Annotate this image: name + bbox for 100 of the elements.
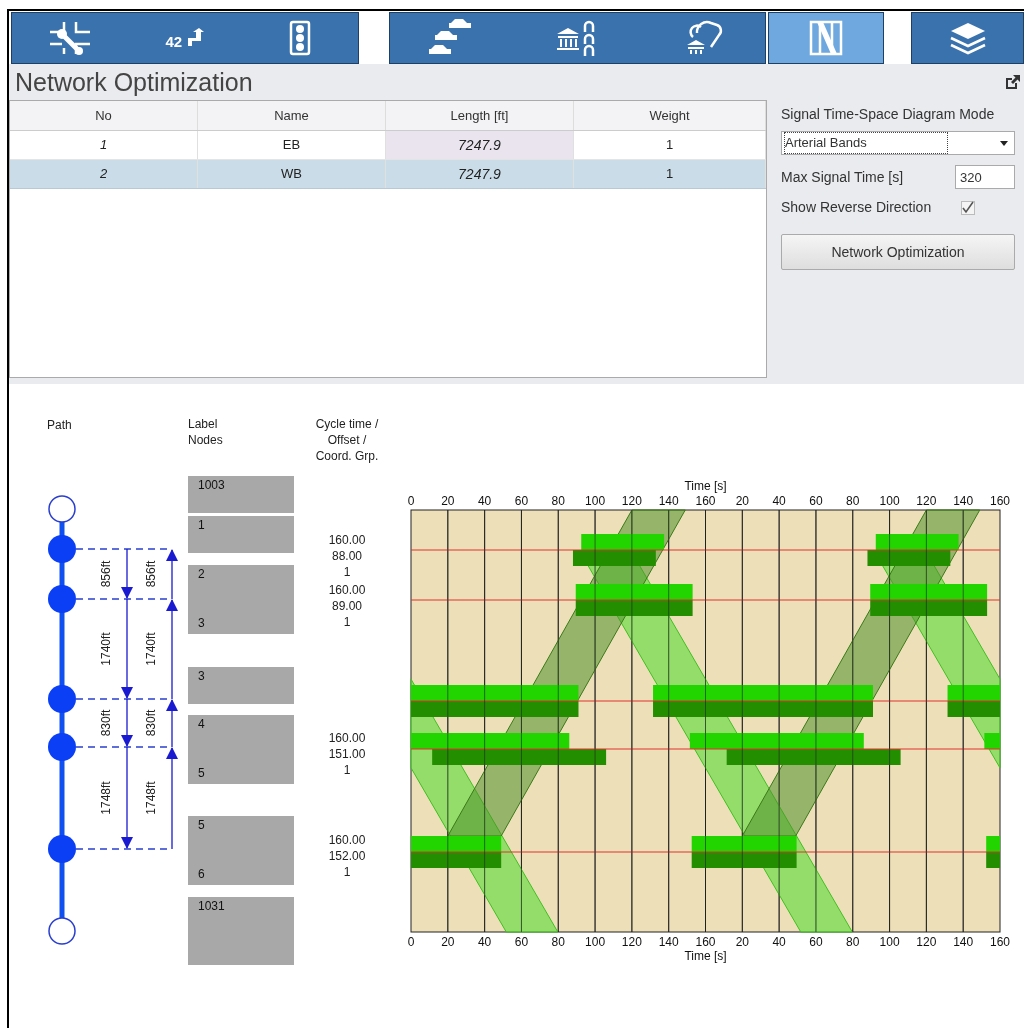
column-header[interactable]: No <box>10 101 198 130</box>
tick-label: 80 <box>551 494 565 508</box>
table-cell: 1 <box>10 131 198 159</box>
tick-label: 20 <box>735 935 749 949</box>
node-label: 1031 <box>198 899 226 914</box>
toolbar-button[interactable] <box>12 13 128 63</box>
max-time-input[interactable]: 320 <box>955 165 1015 189</box>
node-label: 1 <box>198 518 206 533</box>
tick-label: 80 <box>846 935 860 949</box>
tick-label: 60 <box>514 494 529 508</box>
pop-out-icon[interactable] <box>1004 73 1022 91</box>
signal-node[interactable] <box>48 685 76 713</box>
field-label: Signal Time-Space Diagram Mode <box>781 105 996 124</box>
tick-label: 160 <box>990 935 1010 949</box>
traffic-light-icon <box>289 20 312 56</box>
signal-node[interactable] <box>48 733 76 761</box>
optimize-button[interactable]: Network Optimization <box>781 234 1015 270</box>
tick-label: 140 <box>658 494 679 508</box>
tick-label: 120 <box>621 935 642 949</box>
tick-label: 100 <box>585 494 606 508</box>
distance-label: 1740ft <box>99 632 113 666</box>
signal-node[interactable] <box>48 585 76 613</box>
timing-text: 160.00 152.00 1 <box>327 832 367 880</box>
node-label: 3 <box>198 616 206 631</box>
timing-text: 160.00 151.00 1 <box>327 730 367 778</box>
time-space-diagram-icon <box>809 20 844 56</box>
column-label: Path <box>47 417 72 434</box>
tick-label: 100 <box>585 935 606 949</box>
mode-dropdown[interactable]: Arterial Bands <box>781 131 1015 155</box>
column-header[interactable]: Length [ft] <box>386 101 574 130</box>
column-label: Label Nodes <box>188 416 223 448</box>
wrench-icon <box>47 20 92 56</box>
signal-node[interactable] <box>48 835 76 863</box>
table-row[interactable]: 1 EB 7247.9 1 <box>10 131 766 160</box>
table-row[interactable]: 2 WB 7247.9 1 <box>10 160 766 189</box>
tick-label: 120 <box>916 494 937 508</box>
node-label: 5 <box>198 818 206 833</box>
node-label: 3 <box>198 669 206 684</box>
tick-label: 100 <box>879 494 900 508</box>
table-cell: 7247.9 <box>386 131 574 159</box>
signal-node[interactable] <box>48 535 76 563</box>
panel-title: Network Optimization <box>15 69 253 95</box>
toolbar-button[interactable] <box>912 13 1023 63</box>
dropdown-caret-icon <box>1000 140 1008 146</box>
distance-label: 1740ft <box>144 632 158 666</box>
tick-label: 40 <box>772 935 786 949</box>
timing-text: 160.00 88.00 1 <box>327 532 367 580</box>
axis-title: Time [s] <box>684 479 727 493</box>
end-node <box>48 917 76 945</box>
tick-label: 120 <box>621 494 642 508</box>
column-label: Cycle time / Offset / Coord. Grp. <box>314 416 380 464</box>
distance-label: 1748ft <box>144 781 158 815</box>
tick-label: 140 <box>953 494 974 508</box>
toolbar-button[interactable]: 42 <box>127 13 243 63</box>
tick-label: 160 <box>990 494 1010 508</box>
node-label: 4 <box>198 717 206 732</box>
tick-label: 120 <box>916 935 937 949</box>
checkbox[interactable] <box>961 200 976 215</box>
axis-title: Time [s] <box>684 949 727 963</box>
tick-label: 80 <box>551 935 565 949</box>
tick-label: 20 <box>735 494 749 508</box>
tick-label: 40 <box>477 935 492 949</box>
node-label: 2 <box>198 567 206 582</box>
table-cell: 1 <box>574 131 766 159</box>
tick-label: 40 <box>477 494 492 508</box>
toolbar-button[interactable] <box>640 13 766 63</box>
distance-label: 830ft <box>99 709 113 737</box>
tick-label: 60 <box>809 494 823 508</box>
column-header[interactable]: Name <box>198 101 386 130</box>
timing-text: 160.00 89.00 1 <box>327 582 367 630</box>
tick-label: 60 <box>809 935 823 949</box>
table-cell: 2 <box>10 160 198 188</box>
field-label: Max Signal Time [s] <box>781 167 904 187</box>
tick-label: 0 <box>407 494 415 508</box>
tick-label: 20 <box>441 494 455 508</box>
table-cell: WB <box>198 160 386 188</box>
table-cell: 7247.9 <box>386 160 574 188</box>
distance-label: 856ft <box>99 560 113 588</box>
toolbar-button[interactable] <box>242 13 358 63</box>
toolbar-button[interactable] <box>389 13 515 63</box>
tick-label: 100 <box>879 935 900 949</box>
table-cell: 1 <box>574 160 766 188</box>
tick-label: 20 <box>441 935 455 949</box>
distance-label: 1748ft <box>99 781 113 815</box>
node-label: 1003 <box>198 478 226 493</box>
tick-label: 140 <box>953 935 974 949</box>
column-header[interactable]: Weight <box>574 101 766 130</box>
node-label: 5 <box>198 766 206 781</box>
tick-label: 60 <box>514 935 529 949</box>
distance-label: 830ft <box>144 709 158 737</box>
checkbox-label: Show Reverse Direction <box>781 198 932 217</box>
tick-label: 160 <box>695 494 716 508</box>
tick-label: 40 <box>772 494 786 508</box>
tick-label: 160 <box>695 935 716 949</box>
tick-label: 140 <box>658 935 679 949</box>
distance-label: 856ft <box>144 560 158 588</box>
tick-label: 80 <box>846 494 860 508</box>
end-node <box>48 495 76 523</box>
tick-label: 0 <box>407 935 415 949</box>
turn-arrow-icon <box>186 28 205 48</box>
